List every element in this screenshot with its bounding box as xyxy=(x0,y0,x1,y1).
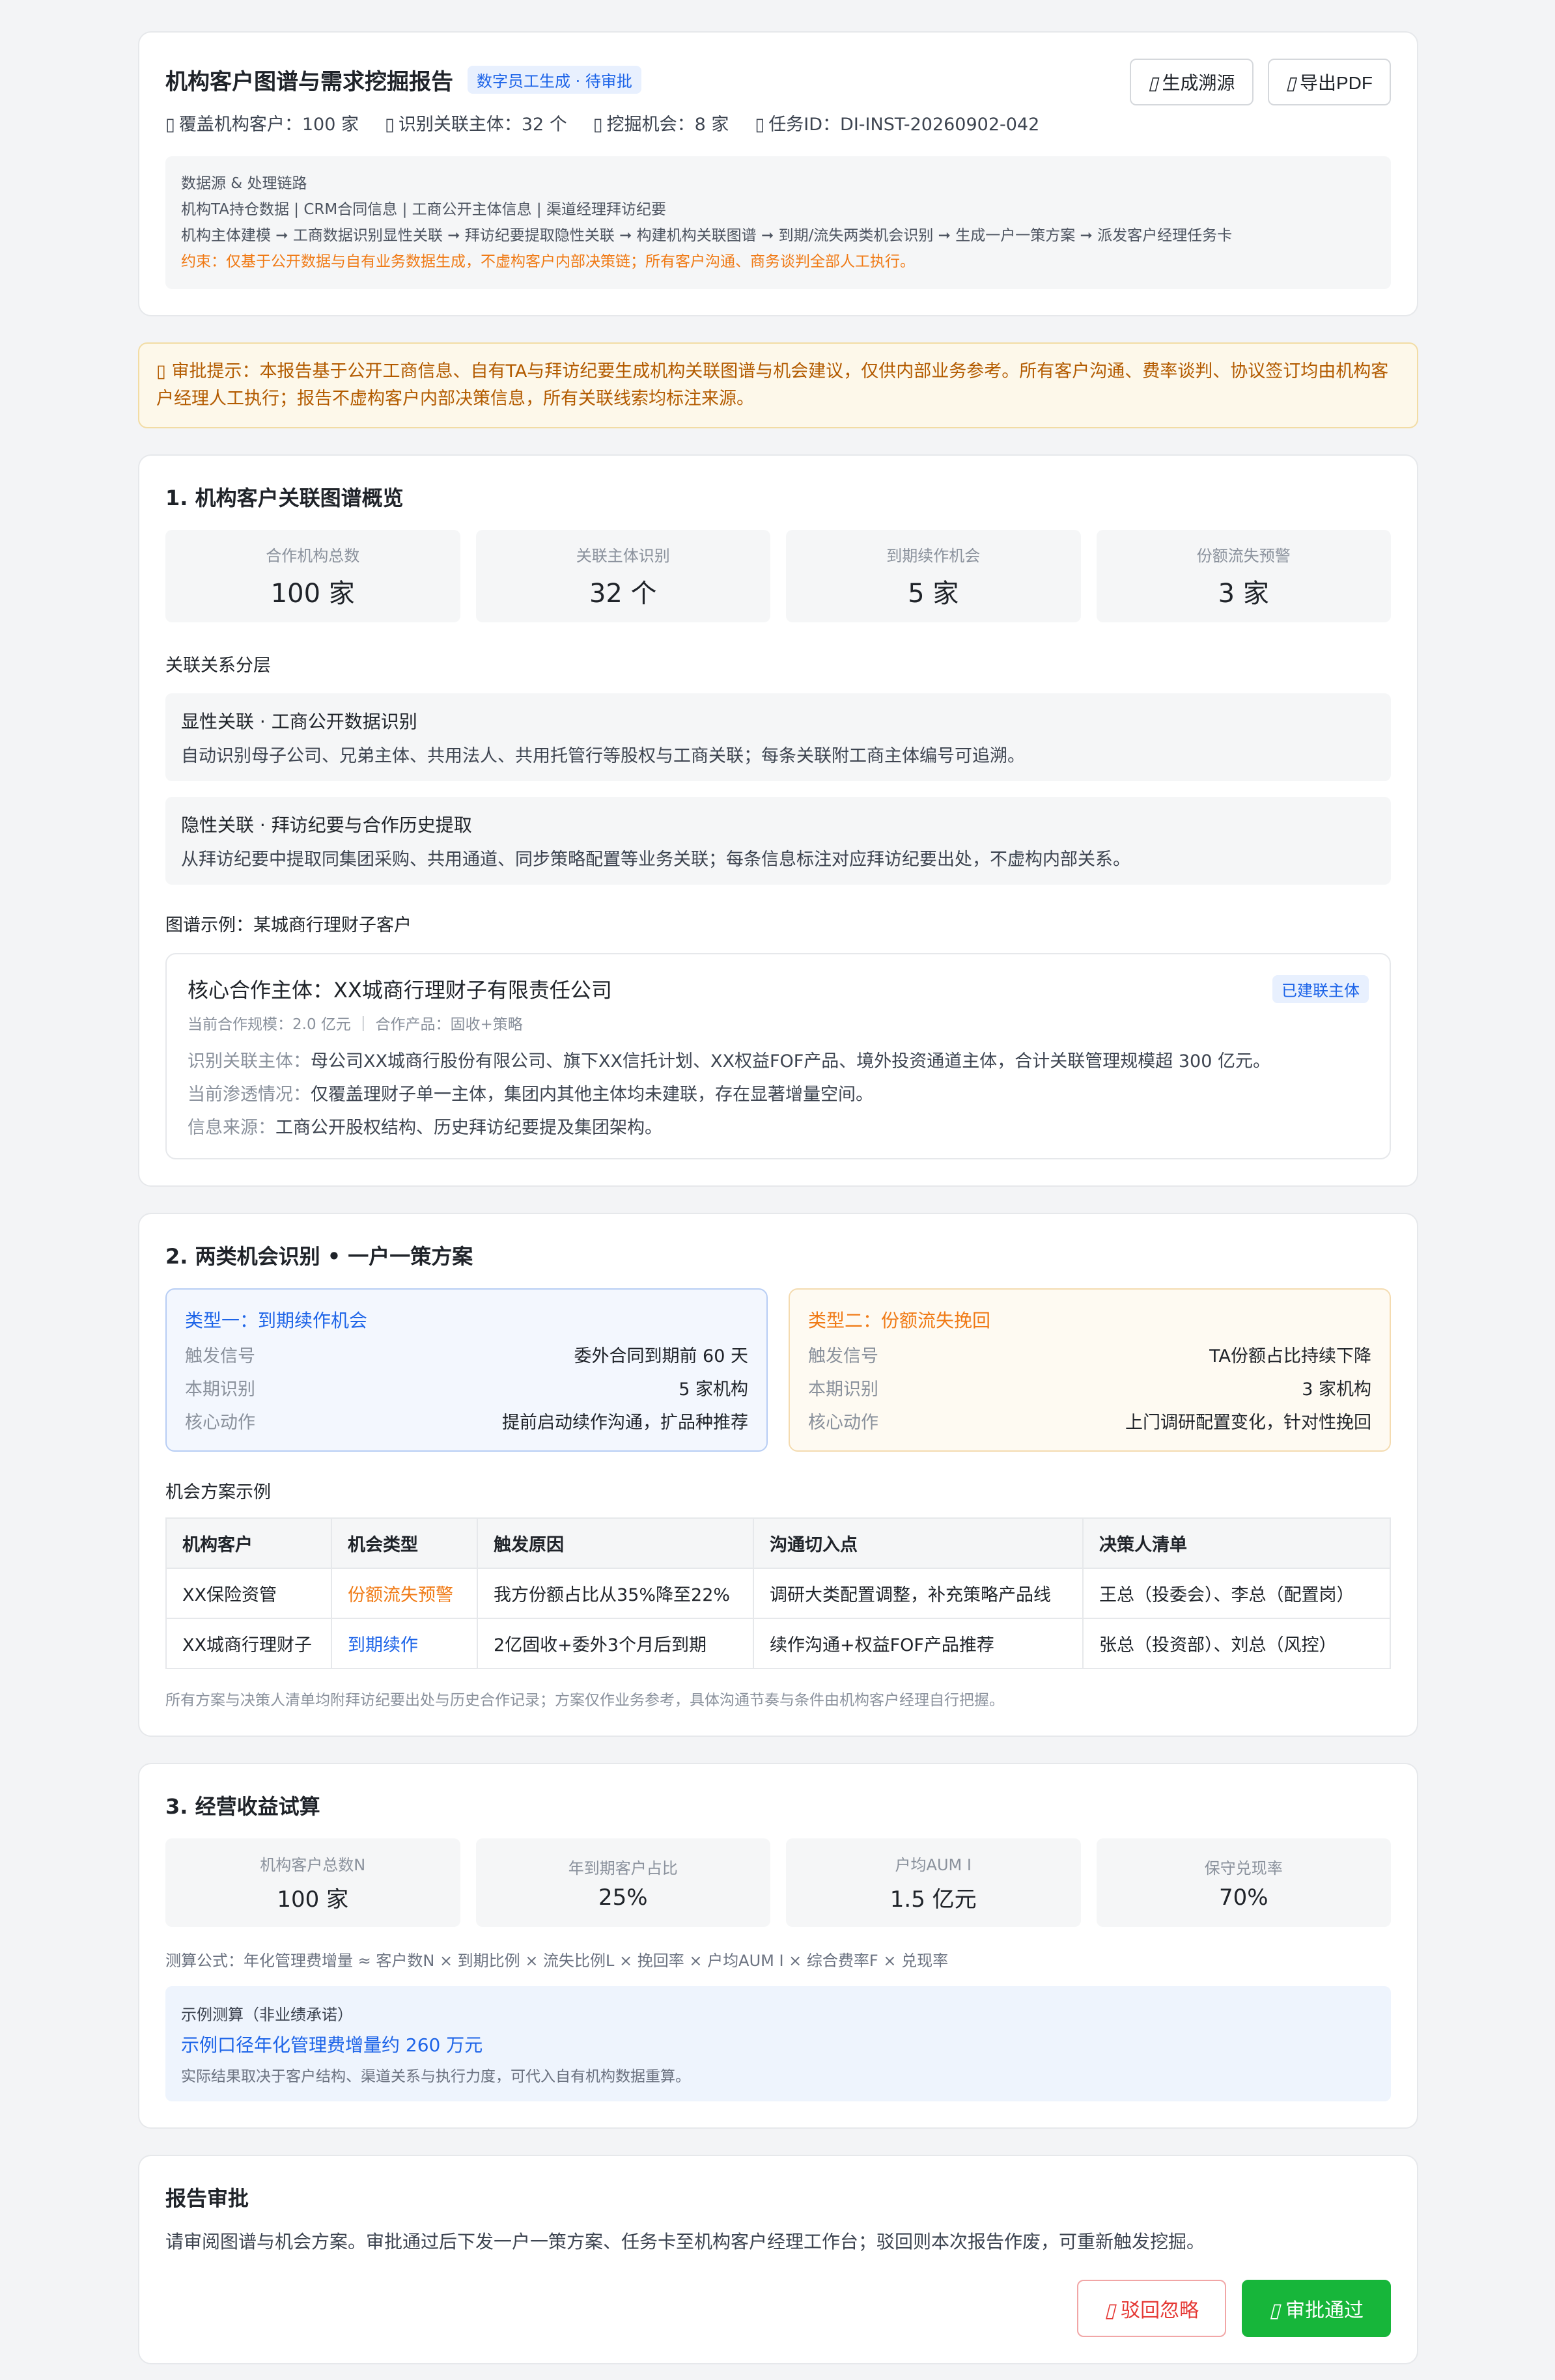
opportunity-retention-card: 类型二：份额流失挽回 触发信号 TA份额占比持续下降 本期识别 3 家机构 核心动作… xyxy=(789,1288,1391,1452)
stat-card: 关联主体识别 32 个 xyxy=(475,530,770,622)
reject-icon: ▯ xyxy=(1104,2300,1115,2321)
approve-icon: ▯ xyxy=(1269,2300,1280,2321)
formula-text: 测算公式：年化管理费增量 ≈ 客户数N × 到期比例 × 流失比例L × 挽回率… xyxy=(165,1952,949,1970)
meta-clients: ▯ 覆盖机构客户：100 家 xyxy=(165,115,359,135)
meta-opportunities: ▯ 挖掘机会：8 家 xyxy=(593,115,729,135)
status-badge: 数字员工生成 · 待审批 xyxy=(468,66,641,94)
approve-button[interactable]: ▯ 审批通过 xyxy=(1242,2280,1391,2337)
stat-card: 户均AUM I 1.5 亿元 xyxy=(786,1838,1081,1927)
page-title: 机构客户图谱与需求挖掘报告 xyxy=(165,69,453,95)
connected-badge: 已建联主体 xyxy=(1272,975,1369,1003)
example-source: 信息来源：工商公开股权结构、历史拜访纪要提及集团架构。 xyxy=(188,1118,662,1138)
approval-alert: ▯ 审批提示：本报告基于公开工商信息、自有TA与拜访纪要生成机构关联图谱与机会建… xyxy=(138,342,1418,428)
section-title: 3. 经营收益试算 xyxy=(165,1794,320,1819)
stat-card: 年到期客户占比 25% xyxy=(475,1838,770,1927)
source-chain: 机构主体建模 ➞ 工商数据识别显性关联 ➞ 拜访纪要提取隐性关联 ➞ 构建机构关… xyxy=(181,227,1233,244)
table-header-row: 机构客户 机会类型 触发原因 沟通切入点 决策人清单 xyxy=(165,1517,1391,1569)
example-scale: 当前合作规模：2.0 亿元 ｜ 合作产品：固收+策略 xyxy=(188,1016,523,1033)
layers-heading: 关联关系分层 xyxy=(165,656,271,676)
header-meta: ▯ 覆盖机构客户：100 家 ▯ 识别关联主体：32 个 ▯ 挖掘机会：8 家 ▯ 任务… xyxy=(165,110,1039,135)
source-constraint: 约束：仅基于公开数据与自有业务数据生成，不虚构客户内部决策链；所有客户沟通、商务… xyxy=(181,253,915,270)
calc-result: 示例口径年化管理费增量约 260 万元 xyxy=(181,2034,483,2056)
section-graph-overview: 1. 机构客户关联图谱概览 合作机构总数 100 家 关联主体识别 32 个 到期续… xyxy=(138,454,1418,1187)
stat-card: 保守兑现率 70% xyxy=(1096,1838,1391,1927)
opportunity-renewal-card: 类型一：到期续作机会 触发信号 委外合同到期前 60 天 本期识别 5 家机构 核心… xyxy=(165,1288,768,1452)
data-source-box: 数据源 & 处理链路 机构TA持仓数据 | CRM合同信息 | 工商公开主体信息… xyxy=(165,156,1391,289)
section-title: 报告审批 xyxy=(165,2186,249,2211)
stat-card: 到期续作机会 5 家 xyxy=(786,530,1081,622)
target-icon: ▯ xyxy=(593,115,603,135)
section-opportunities: 2. 两类机会识别 • 一户一策方案 类型一：到期续作机会 触发信号 委外合同到期… xyxy=(138,1213,1418,1737)
reject-button[interactable]: ▯ 驳回忽略 xyxy=(1077,2280,1227,2337)
table-row: XX城商行理财子 到期续作 2亿固收+委外3个月后到期 续作沟通+权益FOF产品… xyxy=(165,1618,1391,1669)
stat-card: 机构客户总数N 100 家 xyxy=(165,1838,460,1927)
section-revenue-estimate: 3. 经营收益试算 机构客户总数N 100 家 年到期客户占比 25% 户均AUM … xyxy=(138,1763,1418,2129)
section-title: 2. 两类机会识别 • 一户一策方案 xyxy=(165,1244,473,1269)
example-heading: 图谱示例：某城商行理财子客户 xyxy=(165,915,412,935)
generate-trace-button[interactable]: ▯ 生成溯源 xyxy=(1130,59,1254,105)
meta-task-id: ▯ 任务ID：DI-INST-20260902-042 xyxy=(755,115,1040,135)
section-title: 1. 机构客户关联图谱概览 xyxy=(165,486,404,510)
building-icon: ▯ xyxy=(165,115,175,135)
section-approval: 报告审批 请审阅图谱与机会方案。审批通过后下发一户一策方案、任务卡至机构客户经理… xyxy=(138,2155,1418,2364)
link-icon: ▯ xyxy=(384,115,395,135)
id-icon: ▯ xyxy=(755,115,765,135)
source-title: 数据源 & 处理链路 xyxy=(181,175,307,192)
pdf-icon: ▯ xyxy=(1285,73,1296,93)
stat-card: 份额流失预警 3 家 xyxy=(1096,530,1391,622)
example-penetration: 当前渗透情况：仅覆盖理财子单一主体，集团内其他主体均未建联，存在显著增量空间。 xyxy=(188,1085,873,1105)
approval-desc: 请审阅图谱与机会方案。审批通过后下发一户一策方案、任务卡至机构客户经理工作台；驳… xyxy=(165,2231,1205,2252)
meta-entities: ▯ 识别关联主体：32 个 xyxy=(384,115,567,135)
report-page: 机构客户图谱与需求挖掘报告 数字员工生成 · 待审批 ▯ 覆盖机构客户：100 家… xyxy=(138,31,1418,2380)
table-note: 所有方案与决策人清单均附拜访纪要出处与历史合作记录；方案仅作业务参考，具体沟通节… xyxy=(165,1692,1004,1709)
stat-card: 合作机构总数 100 家 xyxy=(165,530,460,622)
source-list: 机构TA持仓数据 | CRM合同信息 | 工商公开主体信息 | 渠道经理拜访纪要 xyxy=(181,201,666,218)
example-calc-box: 示例测算（非业绩承诺） 示例口径年化管理费增量约 260 万元 实际结果取决于客… xyxy=(165,1986,1391,2101)
graph-example-card: 核心合作主体：XX城商行理财子有限责任公司 已建联主体 当前合作规模：2.0 亿… xyxy=(165,953,1391,1159)
report-header-card: 机构客户图谱与需求挖掘报告 数字员工生成 · 待审批 ▯ 覆盖机构客户：100 家… xyxy=(138,31,1418,316)
table-heading: 机会方案示例 xyxy=(165,1482,271,1502)
trace-icon: ▯ xyxy=(1148,73,1158,93)
opportunity-table: 机构客户 机会类型 触发原因 沟通切入点 决策人清单 XX保险资管 份额流失预警… xyxy=(165,1517,1391,1669)
example-entity-name: 核心合作主体：XX城商行理财子有限责任公司 xyxy=(188,978,612,1003)
layer-implicit: 隐性关联 · 拜访纪要与合作历史提取 从拜访纪要中提取同集团采购、共用通道、同步… xyxy=(165,797,1391,885)
export-pdf-button[interactable]: ▯ 导出PDF xyxy=(1267,59,1391,105)
example-related: 识别关联主体：母公司XX城商行股份有限公司、旗下XX信托计划、XX权益FOF产品… xyxy=(188,1051,1270,1072)
layer-explicit: 显性关联 · 工商公开数据识别 自动识别母子公司、兄弟主体、共用法人、共用托管行… xyxy=(165,693,1391,781)
table-row: XX保险资管 份额流失预警 我方份额占比从35%降至22% 调研大类配置调整，补… xyxy=(165,1568,1391,1619)
